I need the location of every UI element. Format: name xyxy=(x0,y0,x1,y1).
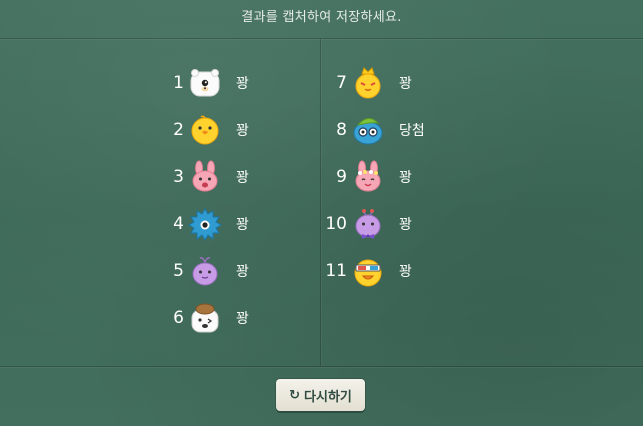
yellow-chick-icon xyxy=(188,113,222,147)
result-number: 6 xyxy=(173,308,184,328)
result-text: 꽝 xyxy=(236,123,249,139)
result-text: 꽝 xyxy=(399,170,412,186)
footer-divider xyxy=(0,366,643,367)
result-number: 3 xyxy=(173,167,184,187)
result-number: 8 xyxy=(336,120,347,140)
result-row-8: 8 당첨 xyxy=(313,110,425,150)
result-row-2: 2 꽝 xyxy=(150,110,249,150)
result-row-11: 11 꽝 xyxy=(313,251,412,291)
result-number: 1 xyxy=(173,73,184,93)
result-number: 2 xyxy=(173,120,184,140)
result-text: 꽝 xyxy=(399,76,412,92)
result-row-9: 9 꽝 xyxy=(313,157,412,197)
purple-bowtie-character-icon xyxy=(351,207,385,241)
chick-with-3d-glasses-icon xyxy=(351,254,385,288)
blue-character-with-glasses-icon xyxy=(351,113,385,147)
result-text: 꽝 xyxy=(236,170,249,186)
result-row-5: 5 꽝 xyxy=(150,251,249,291)
white-dog-with-hat-icon xyxy=(188,301,222,335)
result-text: 꽝 xyxy=(399,264,412,280)
result-row-4: 4 꽝 xyxy=(150,204,249,244)
refresh-icon: ↻ xyxy=(289,387,301,403)
result-text: 당첨 xyxy=(399,123,425,139)
result-row-6: 6 꽝 xyxy=(150,298,249,338)
result-number: 7 xyxy=(336,73,347,93)
result-number: 9 xyxy=(336,167,347,187)
result-row-7: 7 꽝 xyxy=(313,63,412,103)
retry-button[interactable]: ↻ 다시하기 xyxy=(276,379,365,411)
retry-button-label: 다시하기 xyxy=(304,389,352,405)
result-row-1: 1 꽝 xyxy=(150,63,249,103)
purple-whale-icon xyxy=(188,254,222,288)
white-bear-icon xyxy=(188,66,222,100)
result-number: 5 xyxy=(173,261,184,281)
result-text: 꽝 xyxy=(236,217,249,233)
pink-rabbit-icon xyxy=(188,160,222,194)
result-text: 꽝 xyxy=(236,264,249,280)
result-row-10: 10 꽝 xyxy=(313,204,412,244)
page-title: 결과를 캡처하여 저장하세요. xyxy=(0,0,643,39)
result-number: 4 xyxy=(173,214,184,234)
result-row-3: 3 꽝 xyxy=(150,157,249,197)
result-text: 꽝 xyxy=(236,76,249,92)
result-text: 꽝 xyxy=(236,311,249,327)
rabbit-with-flower-crown-icon xyxy=(351,160,385,194)
blue-hedgehog-icon xyxy=(188,207,222,241)
result-number: 11 xyxy=(325,261,347,281)
result-number: 10 xyxy=(325,214,347,234)
crowned-chick-icon xyxy=(351,66,385,100)
result-text: 꽝 xyxy=(399,217,412,233)
